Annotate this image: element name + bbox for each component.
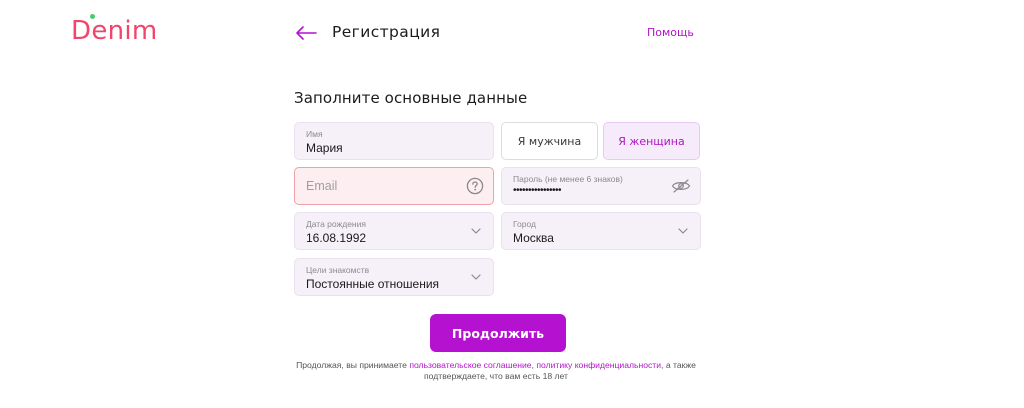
email-field[interactable]: Email (294, 167, 494, 205)
logo[interactable]: Denim (71, 14, 158, 46)
gender-male-button[interactable]: Я мужчина (501, 122, 598, 160)
birthdate-label: Дата рождения (306, 219, 366, 229)
continue-button[interactable]: Продолжить (430, 314, 566, 352)
goal-select[interactable]: Цели знакомств Постоянные отношения (294, 258, 494, 296)
terms-prefix: Продолжая, вы принимаете (296, 360, 410, 370)
logo-dot (90, 14, 95, 19)
registration-page: Denim Регистрация Помощь Заполните основ… (0, 0, 1024, 408)
name-label: Имя (306, 129, 323, 139)
password-value: •••••••••••••••• (513, 185, 562, 196)
gender-female-button[interactable]: Я женщина (603, 122, 700, 160)
city-value: Москва (513, 231, 554, 245)
question-circle-icon[interactable] (466, 177, 484, 195)
terms-text: Продолжая, вы принимаете пользовательско… (284, 360, 708, 382)
user-agreement-link[interactable]: пользовательское соглашение (409, 360, 531, 370)
chevron-down-icon (471, 228, 481, 234)
arrow-left-icon[interactable] (294, 24, 318, 42)
help-link[interactable]: Помощь (647, 26, 694, 39)
birthdate-select[interactable]: Дата рождения 16.08.1992 (294, 212, 494, 250)
page-title: Регистрация (332, 23, 441, 41)
logo-text: Denim (71, 16, 158, 46)
birthdate-value: 16.08.1992 (306, 231, 367, 245)
goal-label: Цели знакомств (306, 265, 370, 275)
password-label: Пароль (не менее 6 знаков) (513, 174, 623, 184)
privacy-policy-link[interactable]: политику конфиденциальности (536, 360, 661, 370)
goal-value: Постоянные отношения (306, 277, 440, 291)
chevron-down-icon (471, 274, 481, 280)
chevron-down-icon (678, 228, 688, 234)
form-subtitle: Заполните основные данные (294, 89, 528, 107)
city-label: Город (513, 219, 536, 229)
name-field[interactable]: Имя Мария (294, 122, 494, 160)
eye-off-icon[interactable] (671, 179, 691, 193)
name-value: Мария (306, 141, 343, 155)
city-select[interactable]: Город Москва (501, 212, 701, 250)
email-placeholder: Email (306, 179, 338, 193)
password-field[interactable]: Пароль (не менее 6 знаков) •••••••••••••… (501, 167, 701, 205)
